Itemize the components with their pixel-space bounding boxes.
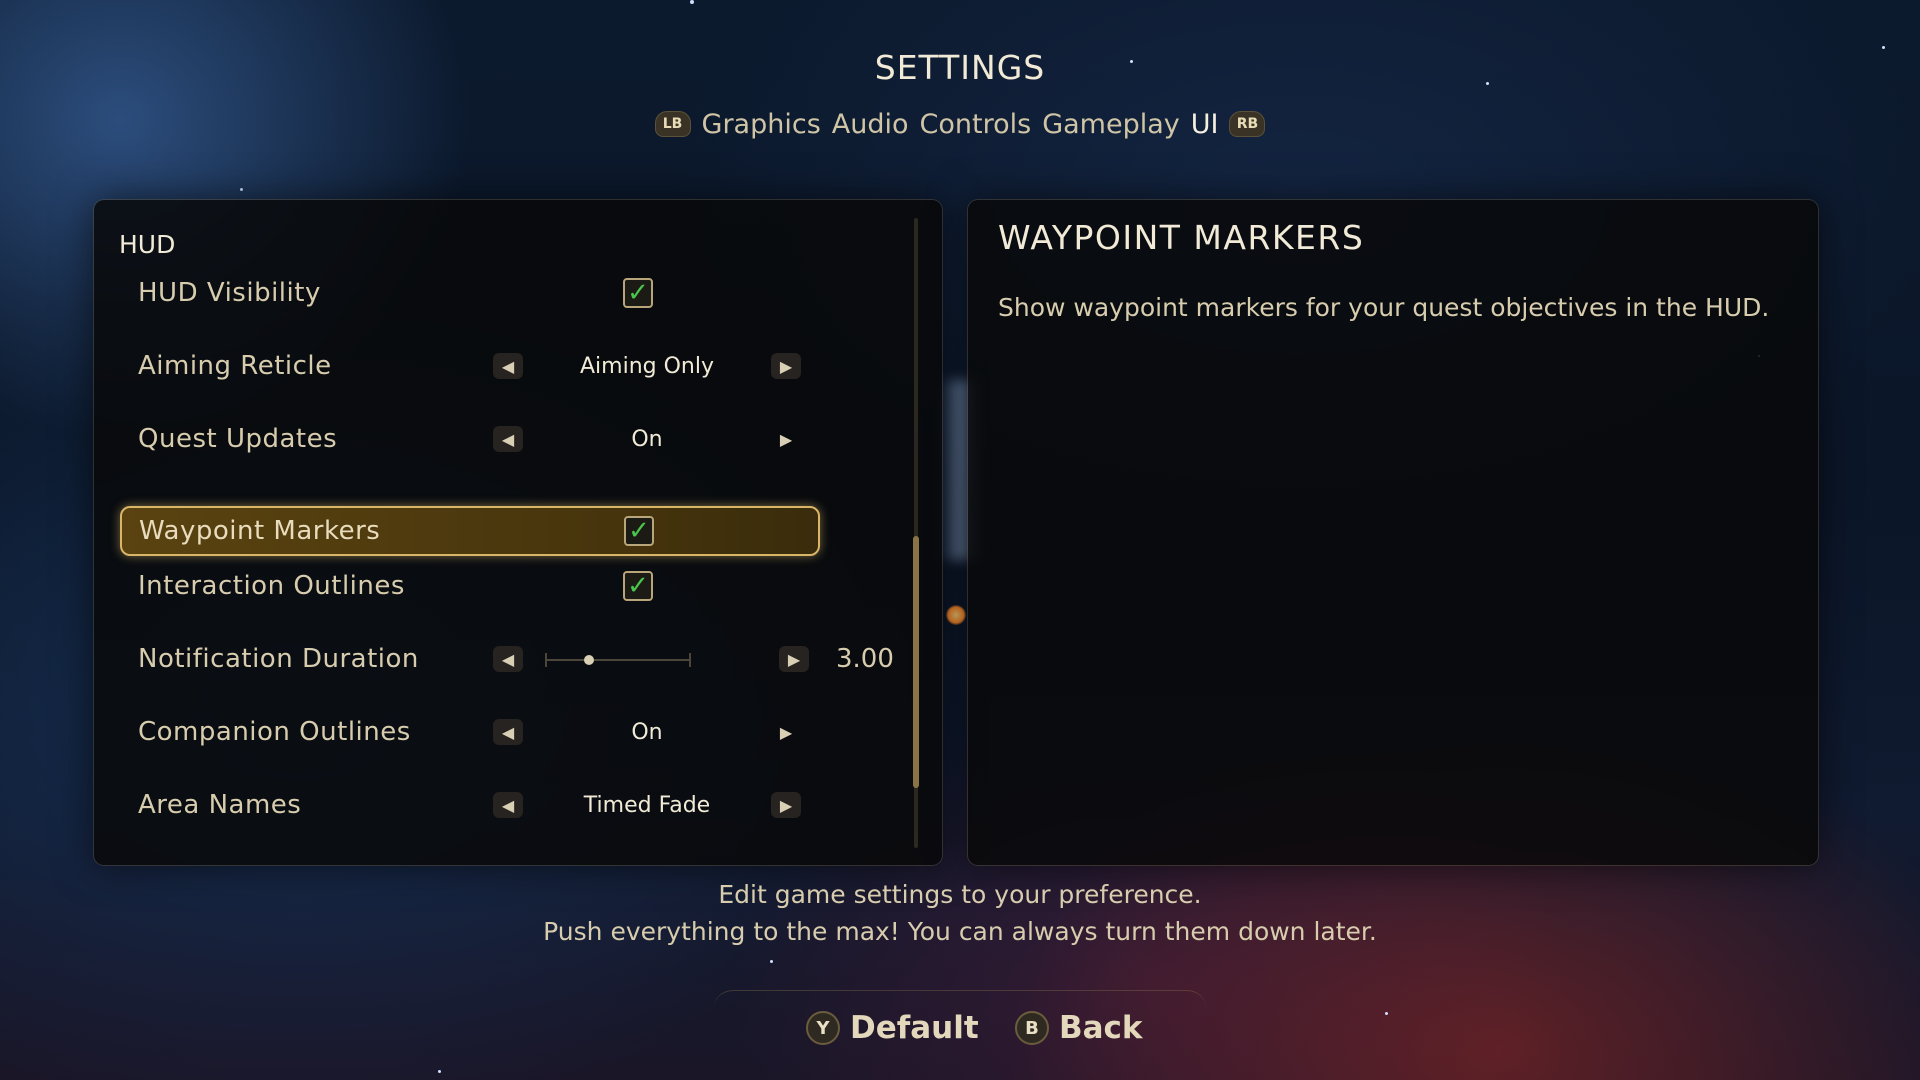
setting-row-quest-updates[interactable]: Quest Updates ◀ On ▶ xyxy=(121,414,821,464)
setting-row-aiming-reticle[interactable]: Aiming Reticle ◀ Aiming Only ▶ xyxy=(121,341,821,391)
setting-row-waypoint-markers[interactable]: Waypoint Markers ✓ xyxy=(120,506,820,556)
back-button[interactable]: B Back xyxy=(1015,1010,1143,1046)
scrollbar[interactable] xyxy=(913,218,919,848)
lb-bumper-icon[interactable]: LB xyxy=(654,111,691,137)
setting-row-hud-visibility[interactable]: HUD Visibility ✓ xyxy=(121,268,821,318)
setting-row-notification-duration[interactable]: Notification Duration ◀ ▶ 3.00 xyxy=(121,634,894,684)
interaction-outlines-checkbox[interactable]: ✓ xyxy=(623,571,653,601)
arrow-left-icon[interactable]: ◀ xyxy=(493,792,523,818)
tab-graphics[interactable]: Graphics xyxy=(702,109,821,140)
arrow-right-icon[interactable]: ▶ xyxy=(771,353,801,379)
setting-value: On xyxy=(631,426,663,452)
star xyxy=(1385,1012,1388,1015)
star xyxy=(240,188,243,191)
star xyxy=(438,1070,441,1073)
setting-label: Interaction Outlines xyxy=(138,571,405,601)
setting-label: HUD Visibility xyxy=(138,278,321,308)
arrow-right-icon[interactable]: ▶ xyxy=(779,646,809,672)
setting-label: Aiming Reticle xyxy=(138,351,332,381)
page-title: SETTINGS xyxy=(874,48,1046,87)
b-button-icon: B xyxy=(1015,1011,1049,1045)
arrow-left-icon[interactable]: ◀ xyxy=(493,426,523,452)
rb-bumper-icon[interactable]: RB xyxy=(1229,111,1266,137)
notification-duration-slider[interactable] xyxy=(545,653,691,667)
setting-label: Companion Outlines xyxy=(138,717,411,747)
setting-row-area-names[interactable]: Area Names ◀ Timed Fade ▶ xyxy=(121,780,821,830)
arrow-right-icon[interactable]: ▶ xyxy=(771,426,801,452)
setting-label: Area Names xyxy=(138,790,302,820)
setting-label: Waypoint Markers xyxy=(139,516,381,546)
description-text: Show waypoint markers for your quest obj… xyxy=(998,293,1770,322)
footer-hint-line-2: Push everything to the max! You can alwa… xyxy=(543,917,1377,946)
setting-label: Notification Duration xyxy=(138,644,419,674)
scrollbar-thumb[interactable] xyxy=(913,536,919,788)
arrow-right-icon[interactable]: ▶ xyxy=(771,719,801,745)
slider-value: 3.00 xyxy=(836,644,894,674)
waypoint-markers-checkbox[interactable]: ✓ xyxy=(624,516,654,546)
settings-tab-bar: LB Graphics Audio Controls Gameplay UI R… xyxy=(0,104,1920,144)
setting-label: Quest Updates xyxy=(138,424,338,454)
setting-row-interaction-outlines[interactable]: Interaction Outlines ✓ xyxy=(121,561,821,611)
slider-knob[interactable] xyxy=(583,655,594,665)
section-heading-hud: HUD xyxy=(119,230,176,259)
description-title: WAYPOINT MARKERS xyxy=(998,218,1365,257)
setting-row-companion-outlines[interactable]: Companion Outlines ◀ On ▶ xyxy=(121,707,821,757)
ship-light xyxy=(946,605,966,625)
footer-hint-line-1: Edit game settings to your preference. xyxy=(718,880,1202,909)
arrow-right-icon[interactable]: ▶ xyxy=(771,792,801,818)
star xyxy=(690,0,694,4)
y-button-icon: Y xyxy=(806,1011,840,1045)
setting-value: Aiming Only xyxy=(580,353,714,379)
tab-gameplay[interactable]: Gameplay xyxy=(1042,109,1180,140)
tab-controls[interactable]: Controls xyxy=(920,109,1032,140)
hud-visibility-checkbox[interactable]: ✓ xyxy=(623,278,653,308)
description-panel: WAYPOINT MARKERS Show waypoint markers f… xyxy=(968,200,1818,865)
tab-ui[interactable]: UI xyxy=(1191,109,1219,140)
settings-panel: HUD HUD Visibility ✓ Aiming Reticle ◀ Ai… xyxy=(94,200,942,865)
default-button[interactable]: Y Default xyxy=(806,1010,979,1046)
back-button-label: Back xyxy=(1059,1010,1143,1046)
arrow-left-icon[interactable]: ◀ xyxy=(493,646,523,672)
arrow-left-icon[interactable]: ◀ xyxy=(493,353,523,379)
tab-audio[interactable]: Audio xyxy=(832,109,909,140)
setting-value: On xyxy=(631,719,663,745)
setting-value: Timed Fade xyxy=(583,792,711,818)
arrow-left-icon[interactable]: ◀ xyxy=(493,719,523,745)
default-button-label: Default xyxy=(850,1010,979,1046)
star xyxy=(770,960,773,963)
